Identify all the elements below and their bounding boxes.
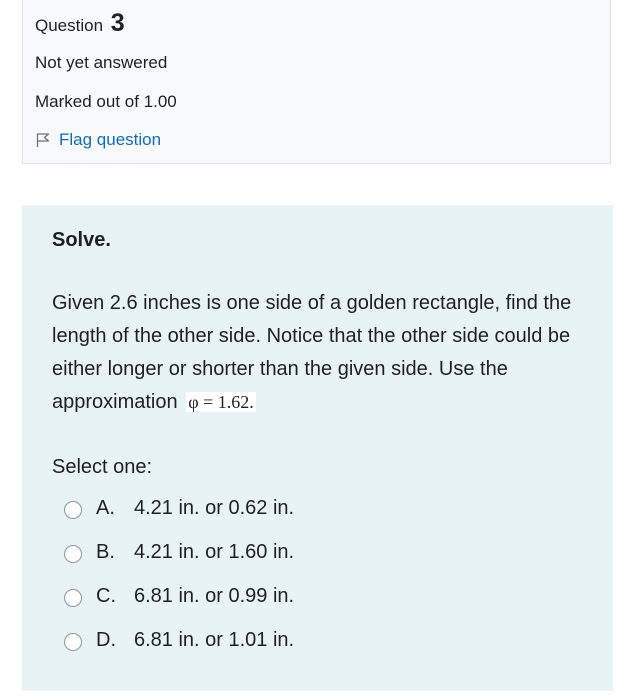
phi-formula: φ = 1.62. xyxy=(186,392,256,412)
select-one-prompt: Select one: xyxy=(52,456,153,478)
answer-text: 4.21 in. or 1.60 in. xyxy=(134,541,295,563)
question-state: Not yet answered xyxy=(35,53,168,72)
question-number: Question 3 xyxy=(35,9,125,38)
radio-button-b[interactable] xyxy=(64,545,82,563)
answer-option-a[interactable]: A. 4.21 in. or 0.62 in. xyxy=(62,491,392,535)
answer-text: 6.81 in. or 1.01 in. xyxy=(134,629,295,651)
answer-option-c[interactable]: C. 6.81 in. or 0.99 in. xyxy=(62,579,392,623)
radio-button-a[interactable] xyxy=(64,501,82,519)
answer-options: A. 4.21 in. or 0.62 in. B. 4.21 in. or 1… xyxy=(62,491,392,667)
answer-text: 6.81 in. or 0.99 in. xyxy=(134,585,295,607)
question-text-body: Given 2.6 inches is one side of a golden… xyxy=(52,292,572,413)
answer-letter: A. xyxy=(96,497,115,519)
question-number-label: Question xyxy=(35,16,104,35)
answer-letter: B. xyxy=(96,541,115,563)
flag-question-label: Flag question xyxy=(59,130,162,149)
answer-letter: C. xyxy=(96,585,116,607)
question-content-panel: Solve. Given 2.6 inches is one side of a… xyxy=(22,205,613,691)
answer-text: 4.21 in. or 0.62 in. xyxy=(134,497,295,519)
question-text: Given 2.6 inches is one side of a golden… xyxy=(52,287,592,419)
question-number-value: 3 xyxy=(110,9,125,37)
question-info-panel: Question 3 Not yet answered Marked out o… xyxy=(22,0,611,164)
question-title: Solve. xyxy=(52,229,111,251)
flag-question-link[interactable]: Flag question xyxy=(35,130,161,150)
radio-button-d[interactable] xyxy=(64,633,82,651)
answer-option-b[interactable]: B. 4.21 in. or 1.60 in. xyxy=(62,535,392,579)
question-grade: Marked out of 1.00 xyxy=(35,92,177,111)
radio-button-c[interactable] xyxy=(64,589,82,607)
answer-letter: D. xyxy=(96,629,116,651)
answer-option-d[interactable]: D. 6.81 in. or 1.01 in. xyxy=(62,623,392,667)
flag-outline-icon xyxy=(36,133,50,147)
